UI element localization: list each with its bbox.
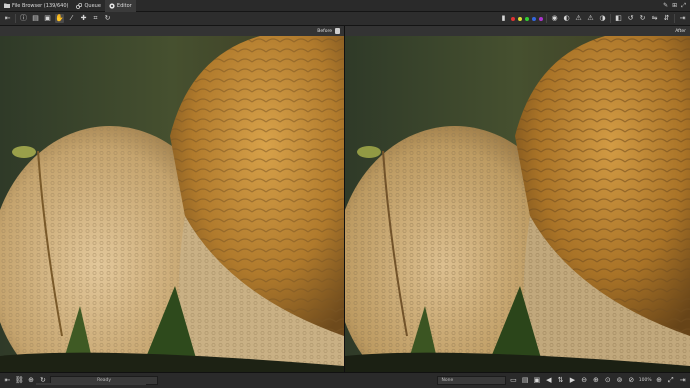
zoom-fit-icon[interactable]: ⊙ [603, 376, 612, 385]
external-editor-icon[interactable]: ▣ [533, 376, 542, 385]
flip-horizontal-icon[interactable]: ⇋ [650, 14, 659, 23]
tabbar-right-tools: ✎ ⊞ ⤢ [663, 2, 690, 9]
clipped-shadows-icon[interactable]: ⚠ [574, 14, 583, 23]
editor-icon [109, 2, 115, 9]
color-label-green-icon[interactable] [525, 16, 529, 21]
mushroom-photo-before [0, 36, 344, 372]
grid-icon[interactable]: ⊞ [672, 2, 677, 9]
rotate-left-icon[interactable]: ↺ [626, 14, 635, 23]
fullscreen-icon[interactable]: ⤢ [681, 2, 686, 9]
queue-add-icon[interactable]: ▤ [521, 376, 530, 385]
save-icon[interactable]: ▭ [509, 376, 518, 385]
zoom-100-icon[interactable]: ⊚ [615, 376, 624, 385]
straighten-icon[interactable]: ↻ [103, 14, 112, 23]
color-label-red-icon[interactable] [511, 16, 515, 21]
after-image[interactable] [345, 36, 690, 372]
before-panel-header: Before [0, 26, 344, 36]
after-label: After [675, 28, 686, 34]
hand-tool-icon[interactable]: ✋ [55, 14, 64, 23]
color-label-blue-icon[interactable] [532, 16, 536, 21]
toolbar-separator [15, 14, 16, 23]
flip-vertical-icon[interactable]: ⇵ [662, 14, 671, 23]
snapshot-icon[interactable]: ▣ [43, 14, 52, 23]
focus-mask-icon[interactable]: ◉ [550, 14, 559, 23]
tab-bar: File Browser (139/640) Queue Editor ✎ ⊞ … [0, 0, 690, 12]
navigator-icon[interactable]: ⊕ [27, 376, 36, 385]
new-detail-window-icon[interactable]: ⊕ [655, 376, 664, 385]
color-picker-icon[interactable]: ✚ [79, 14, 88, 23]
next-image-icon[interactable]: ▶ [568, 376, 577, 385]
color-label-purple-icon[interactable] [539, 16, 543, 21]
zoom-out-icon[interactable]: ⊖ [580, 376, 589, 385]
color-label-yellow-icon[interactable] [518, 16, 522, 21]
tab-queue-label: Queue [84, 2, 101, 9]
toolbar-right-group: ▮ ◉ ◐ ⚠ ⚠ ◑ ◧ ↺ ↻ ⇋ ⇵ ⇥ [499, 14, 687, 23]
collapse-left-panel-icon[interactable]: ⇤ [3, 14, 12, 23]
tab-editor-label: Editor [116, 2, 132, 9]
tab-editor[interactable]: Editor [104, 0, 136, 12]
edit-icon[interactable]: ✎ [663, 2, 668, 9]
collapse-right-panel-icon[interactable]: ⇥ [678, 14, 687, 23]
clipped-highlights-icon[interactable]: ⚠ [586, 14, 595, 23]
output-profile-select[interactable]: None [437, 376, 506, 385]
sync-icon[interactable]: ⇅ [556, 376, 565, 385]
zoom-in-icon[interactable]: ⊕ [592, 376, 601, 385]
folder-icon [4, 3, 10, 9]
collapse-filmstrip-icon[interactable]: ⇤ [3, 376, 12, 385]
fullscreen-icon[interactable]: ⤢ [666, 376, 675, 385]
toolbar-separator [546, 14, 547, 23]
before-image[interactable] [0, 36, 344, 372]
mushroom-photo-after [345, 36, 690, 372]
progress-bar [36, 383, 146, 385]
status-bar: ⇤ ⛓ ⊕ ↻ Ready None ▭ ▤ ▣ ◀ ⇅ ▶ ⊖ ⊕ ⊙ ⊚ ⊘… [0, 372, 690, 388]
tab-file-browser[interactable]: File Browser (139/640) [0, 0, 72, 12]
white-balance-picker-icon[interactable]: ⁄ [67, 14, 76, 23]
preview-mode-icon[interactable]: ◐ [562, 14, 571, 23]
history-icon[interactable]: ▤ [31, 14, 40, 23]
queue-icon [76, 2, 83, 9]
link-icon[interactable]: ⛓ [15, 376, 24, 385]
toolbar-separator [674, 14, 675, 23]
tab-file-browser-label: File Browser (139/640) [12, 2, 69, 9]
previous-image-icon[interactable]: ◀ [544, 376, 553, 385]
zoom-level: 100% [638, 378, 652, 383]
background-color-icon[interactable]: ◑ [598, 14, 607, 23]
collapse-right-icon[interactable]: ⇥ [678, 376, 687, 385]
rotate-right-icon[interactable]: ↻ [638, 14, 647, 23]
toolbar-separator [610, 14, 611, 23]
color-label-none-icon[interactable]: ▮ [499, 14, 508, 23]
tab-queue[interactable]: Queue [72, 0, 104, 12]
info-icon[interactable]: ⓘ [19, 14, 28, 23]
after-panel-header: After [345, 26, 690, 36]
zoom-crop-icon[interactable]: ⊘ [627, 376, 636, 385]
lock-icon[interactable] [335, 28, 340, 34]
editor-toolbar: ⇤ ⓘ ▤ ▣ ✋ ⁄ ✚ ⌗ ↻ ▮ ◉ ◐ ⚠ ⚠ ◑ ◧ ↺ ↻ ⇋ ⇵ … [0, 12, 690, 26]
before-label: Before [317, 28, 332, 34]
before-after-toggle-icon[interactable]: ◧ [614, 14, 623, 23]
crop-icon[interactable]: ⌗ [91, 14, 100, 23]
